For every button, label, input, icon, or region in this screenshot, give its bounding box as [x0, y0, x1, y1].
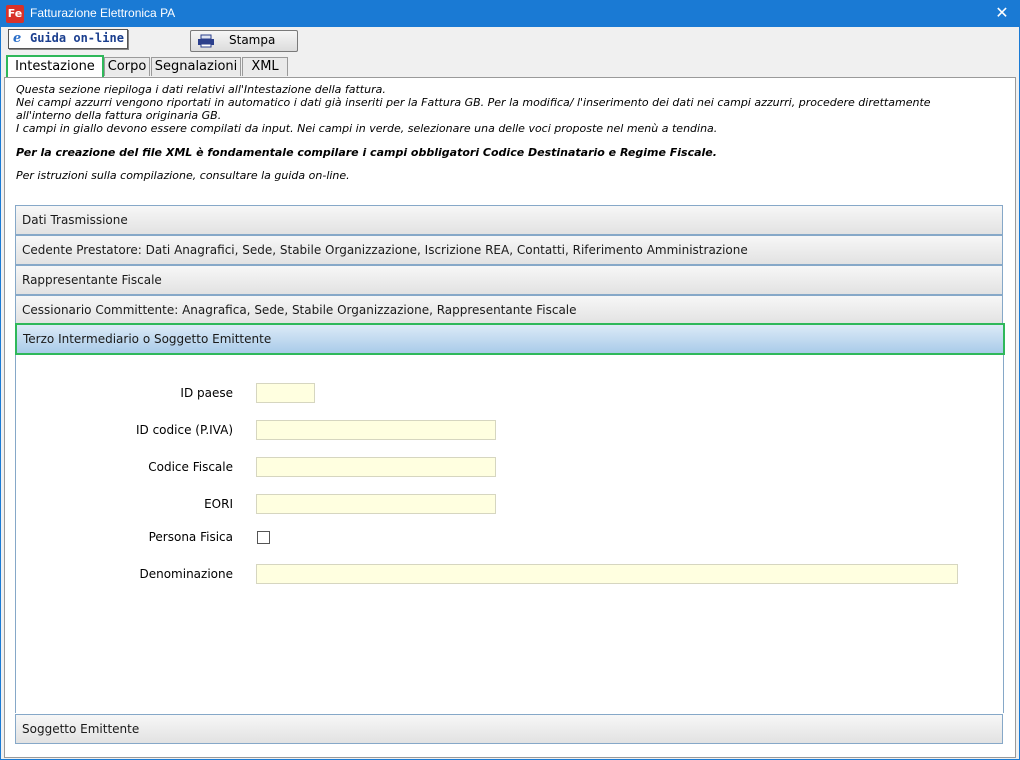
id-codice-label: ID codice (P.IVA)	[135, 423, 233, 437]
eori-field[interactable]	[256, 494, 496, 514]
section-soggetto-emittente[interactable]: Soggetto Emittente	[15, 714, 1003, 744]
denominazione-field[interactable]	[256, 564, 958, 584]
info-line-4: I campi in giallo devono essere compilat…	[16, 122, 718, 135]
title-bar: Fe Fatturazione Elettronica PA ✕	[1, 1, 1019, 27]
persona-fisica-label: Persona Fisica	[148, 530, 233, 544]
tab-segnalazioni[interactable]: Segnalazioni	[151, 57, 241, 76]
print-button[interactable]: Stampa	[190, 30, 298, 52]
tab-xml[interactable]: XML	[242, 57, 288, 76]
section-rappresentante-fiscale[interactable]: Rappresentante Fiscale	[15, 265, 1003, 295]
codice-fiscale-field[interactable]	[256, 457, 496, 477]
help-online-label: Guida on-line	[30, 31, 124, 45]
info-guide-line: Per istruzioni sulla compilazione, consu…	[16, 169, 350, 182]
section-label: Cedente Prestatore: Dati Anagrafici, Sed…	[22, 243, 748, 257]
codice-fiscale-label: Codice Fiscale	[148, 460, 233, 474]
print-label: Stampa	[229, 33, 276, 47]
id-codice-field[interactable]	[256, 420, 496, 440]
section-terzo-intermediario[interactable]: Terzo Intermediario o Soggetto Emittente	[15, 323, 1005, 355]
info-required-fields: Per la creazione del file XML è fondamen…	[16, 146, 717, 159]
app-logo-icon: Fe	[6, 5, 24, 23]
section-label: Dati Trasmissione	[22, 213, 128, 227]
tab-corpo[interactable]: Corpo	[104, 57, 150, 76]
id-paese-field[interactable]	[256, 383, 315, 403]
denominazione-label: Denominazione	[139, 567, 233, 581]
section-label: Cessionario Committente: Anagrafica, Sed…	[22, 303, 577, 317]
printer-icon	[198, 34, 214, 48]
window-title: Fatturazione Elettronica PA	[30, 6, 176, 20]
section-label: Soggetto Emittente	[22, 722, 140, 736]
id-paese-label: ID paese	[180, 386, 233, 400]
section-cedente-prestatore[interactable]: Cedente Prestatore: Dati Anagrafici, Sed…	[15, 235, 1003, 265]
close-icon[interactable]: ✕	[993, 3, 1011, 23]
info-line-2: Nei campi azzurri vengono riportati in a…	[16, 96, 931, 109]
internet-explorer-icon: e	[13, 31, 22, 46]
section-label: Terzo Intermediario o Soggetto Emittente	[23, 332, 272, 346]
info-line-1: Questa sezione riepiloga i dati relativi…	[16, 83, 386, 96]
persona-fisica-checkbox[interactable]	[257, 531, 270, 544]
help-online-button[interactable]: e Guida on-line	[8, 29, 128, 49]
info-line-3: all'interno della fattura originaria GB.	[16, 109, 222, 122]
section-label: Rappresentante Fiscale	[22, 273, 162, 287]
eori-label: EORI	[204, 497, 233, 511]
section-cessionario-committente[interactable]: Cessionario Committente: Anagrafica, Sed…	[15, 295, 1003, 325]
section-dati-trasmissione[interactable]: Dati Trasmissione	[15, 205, 1003, 235]
